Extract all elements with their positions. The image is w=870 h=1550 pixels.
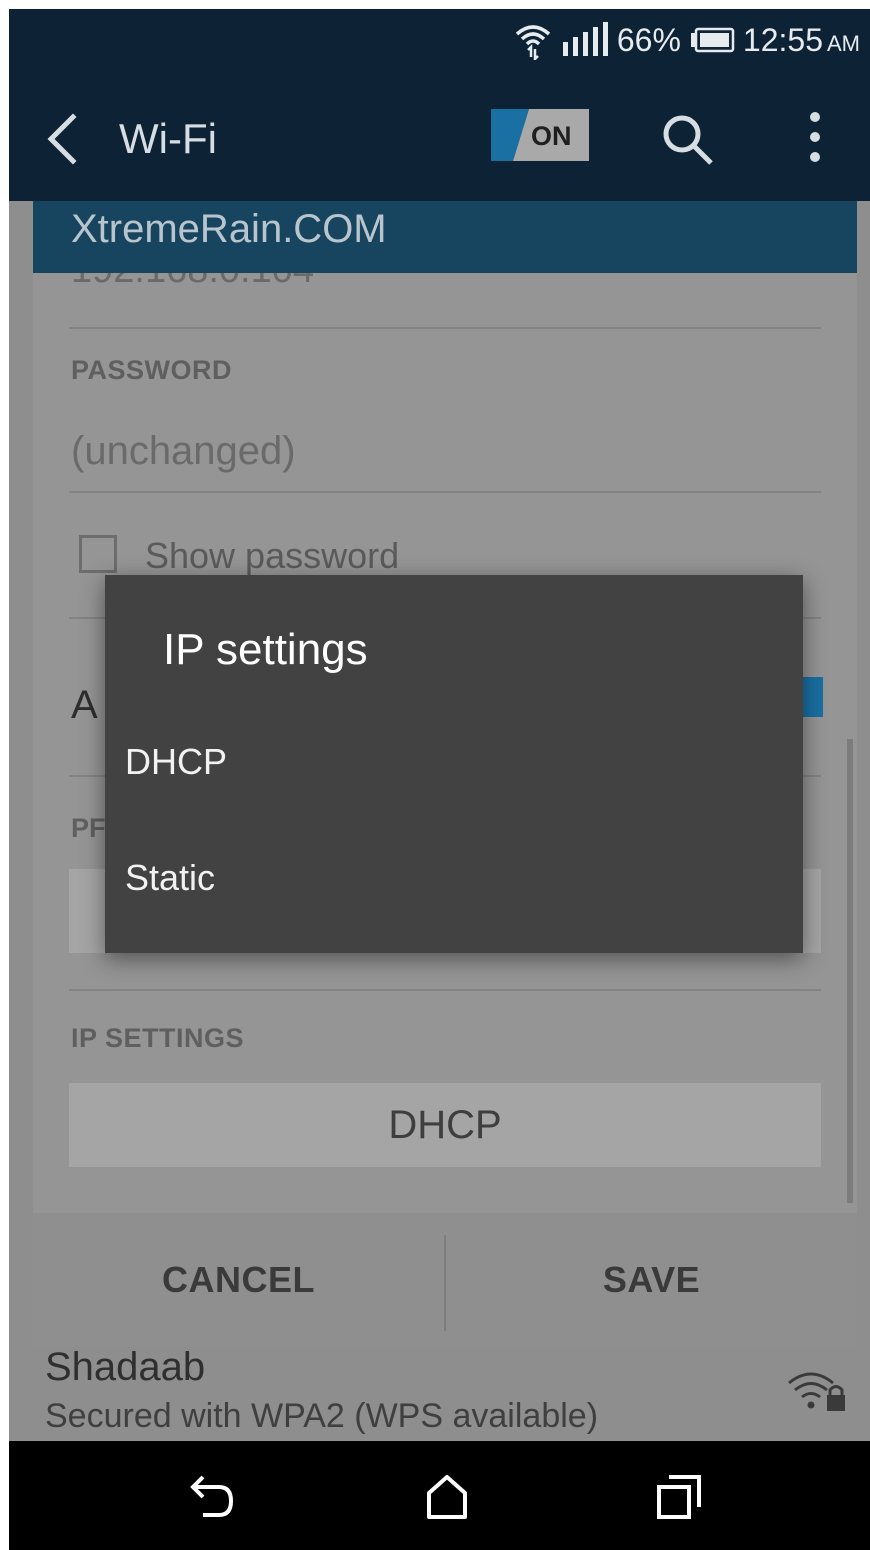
wifi-lock-icon — [788, 1372, 845, 1411]
ip-settings-popup: IP settings DHCP Static — [105, 575, 803, 953]
divider — [69, 989, 821, 991]
battery-icon — [690, 27, 735, 53]
divider — [69, 491, 821, 493]
proxy-label: PF — [71, 813, 106, 843]
navigation-bar — [9, 1441, 870, 1550]
page-title: Wi-Fi — [119, 115, 217, 162]
phone-screen: 66% 12:55 AM Wi-Fi ON XtremeRain.COM PAS… — [9, 9, 870, 1550]
divider — [69, 327, 821, 329]
wifi-network-security: Secured with WPA2 (WPS available) — [45, 1397, 599, 1435]
overflow-menu-icon[interactable] — [805, 109, 825, 165]
password-field[interactable]: (unchanged) — [71, 429, 296, 474]
option-static[interactable]: Static — [125, 833, 785, 923]
app-bar: Wi-Fi ON — [9, 71, 870, 201]
clock: 12:55 AM — [743, 22, 860, 59]
battery-percent: 66% — [616, 21, 681, 58]
clock-time: 12:55 — [742, 21, 823, 58]
scrollbar[interactable] — [847, 739, 853, 1203]
status-bar: 66% 12:55 AM — [9, 9, 870, 71]
cancel-button[interactable]: CANCEL — [33, 1213, 444, 1347]
ip-settings-dropdown[interactable]: DHCP — [69, 1083, 821, 1167]
recent-apps-icon[interactable] — [655, 1473, 703, 1521]
back-arrow-icon[interactable] — [39, 109, 89, 169]
advanced-options-label: A — [71, 683, 98, 727]
password-label: PASSWORD — [71, 355, 233, 385]
network-name: XtremeRain.COM — [71, 207, 387, 251]
wifi-list-item[interactable]: Shadaab Secured with WPA2 (WPS available… — [9, 1345, 870, 1441]
dialog-button-row: CANCEL SAVE — [33, 1213, 857, 1347]
wifi-toggle[interactable]: ON — [491, 109, 589, 161]
search-icon[interactable] — [659, 111, 715, 167]
clock-ampm: AM — [827, 30, 860, 56]
show-password-label: Show password — [145, 535, 400, 576]
ip-address: 192.168.0.104 — [71, 273, 314, 292]
wifi-network-name: Shadaab — [45, 1345, 206, 1389]
home-icon[interactable] — [423, 1473, 471, 1521]
show-password-checkbox[interactable] — [79, 535, 117, 573]
toggle-label: ON — [531, 121, 572, 151]
option-dhcp[interactable]: DHCP — [125, 717, 785, 807]
ip-settings-label: IP SETTINGS — [71, 1023, 245, 1053]
wifi-icon — [515, 25, 551, 60]
signal-icon — [562, 22, 608, 56]
network-dialog-header: XtremeRain.COM — [33, 201, 857, 273]
back-icon[interactable] — [189, 1475, 237, 1521]
save-button[interactable]: SAVE — [446, 1213, 857, 1347]
popup-title: IP settings — [163, 625, 368, 674]
